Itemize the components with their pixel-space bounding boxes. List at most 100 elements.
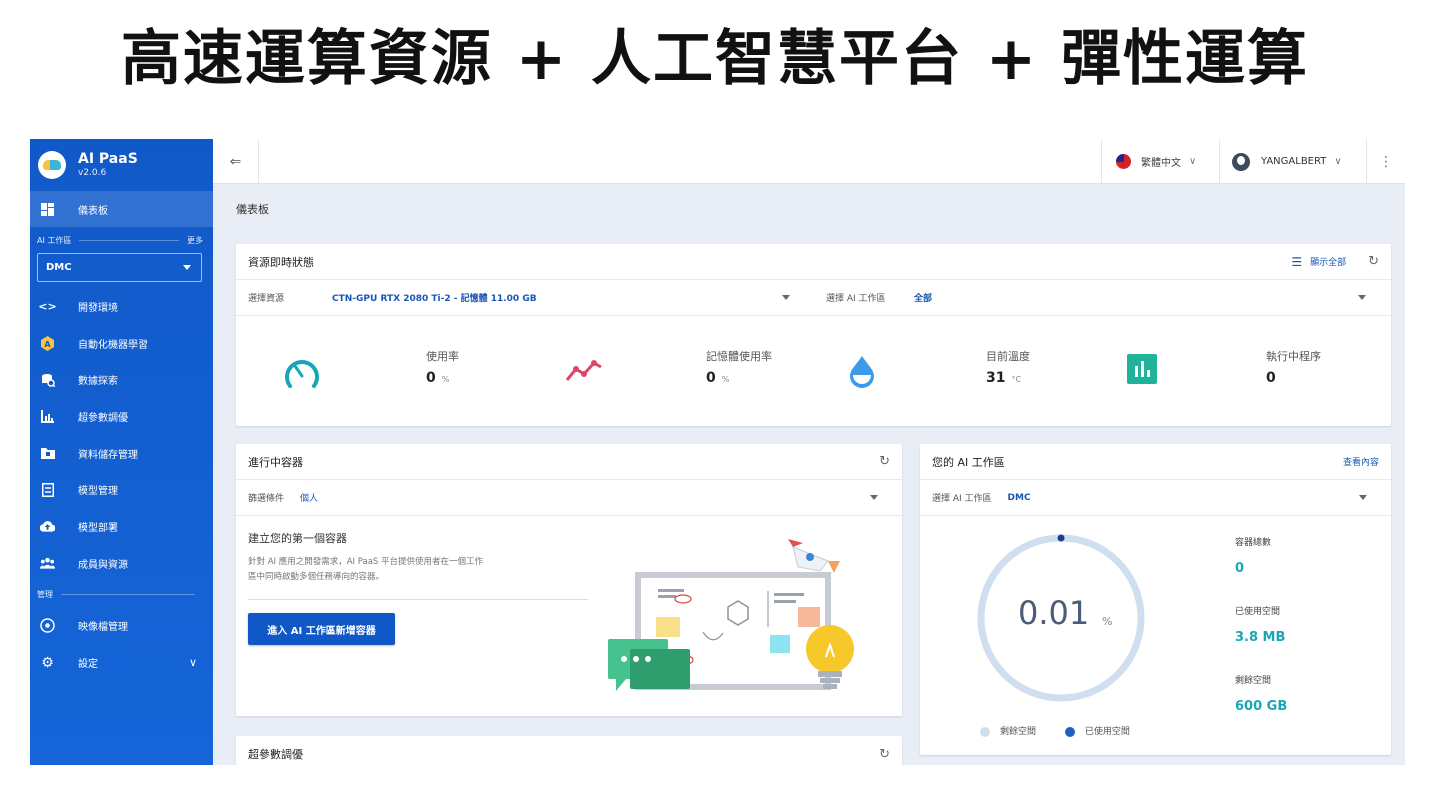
svg-text:A: A bbox=[44, 340, 51, 349]
card-title: 您的 AI 工作區 bbox=[932, 455, 1005, 469]
sidebar-item-images[interactable]: 映像檔管理 bbox=[30, 608, 213, 645]
stat-label: 容器總數 bbox=[1235, 538, 1272, 548]
people-icon bbox=[40, 556, 55, 571]
metric-unit: °C bbox=[1011, 375, 1022, 384]
sidebar-item-label: 模型部署 bbox=[78, 522, 118, 534]
sidebar-item-dev-env[interactable]: <> 開發環境 bbox=[30, 288, 213, 325]
filter-label: 選擇 AI 工作區 bbox=[932, 494, 992, 504]
sidebar-item-label: 開發環境 bbox=[78, 302, 118, 314]
workspace-card: 您的 AI 工作區 查看內容 選擇 AI 工作區 DMC 0.01 % 容器總數… bbox=[920, 444, 1391, 755]
filter-value[interactable]: DMC bbox=[1008, 493, 1031, 503]
metric-label: 記憶體使用率 bbox=[706, 350, 772, 363]
workspace-select[interactable]: DMC bbox=[37, 253, 202, 282]
code-icon: <> bbox=[38, 299, 57, 313]
add-container-button[interactable]: 進入 AI 工作區新增容器 bbox=[248, 613, 395, 645]
brand-title: AI PaaS bbox=[78, 151, 138, 167]
sidebar-item-label: 成員與資源 bbox=[78, 559, 128, 571]
brand[interactable]: AI PaaS v2.0.6 bbox=[30, 139, 213, 191]
sidebar-item-storage[interactable]: 資料儲存管理 bbox=[30, 435, 213, 472]
metric-value: 0 bbox=[706, 370, 716, 386]
language-selector[interactable]: 繁體中文 ∨ bbox=[1101, 139, 1219, 184]
stat-value: 0 bbox=[1235, 561, 1245, 576]
topbar: ⇐ 繁體中文 ∨ YANGALBERT ∨ ⋮ bbox=[213, 139, 1405, 184]
image-icon bbox=[40, 618, 55, 634]
sidebar-item-model-mgmt[interactable]: 模型管理 bbox=[30, 471, 213, 508]
sidebar-item-deploy[interactable]: 模型部署 bbox=[30, 508, 213, 545]
sidebar-item-settings[interactable]: ⚙ 設定 ∨ bbox=[30, 644, 213, 681]
workspace-filter-value[interactable]: 全部 bbox=[914, 291, 932, 304]
gear-icon: ⚙ bbox=[41, 654, 54, 671]
dashboard-icon bbox=[40, 202, 55, 217]
resource-filter-value[interactable]: CTN-GPU RTX 2080 Ti-2 - 記憶體 11.00 GB bbox=[332, 291, 537, 304]
stats-panel: 容器總數 0 已使用空間 3.8 MB 剩餘空間 600 GB bbox=[1235, 535, 1287, 714]
trend-icon bbox=[564, 358, 604, 388]
sidebar-item-label: 映像檔管理 bbox=[78, 622, 128, 634]
sidebar-item-members[interactable]: 成員與資源 bbox=[30, 545, 213, 582]
user-menu[interactable]: YANGALBERT ∨ bbox=[1219, 139, 1367, 184]
hyperparam-card: 超參數調優 ↻ bbox=[236, 736, 902, 765]
legend-free-label: 剩餘空間 bbox=[1000, 727, 1037, 737]
chevron-down-icon: ∨ bbox=[1189, 156, 1197, 167]
show-all-link[interactable]: ☰ 顯示全部 bbox=[1291, 255, 1346, 269]
bar-chart-icon bbox=[1127, 354, 1157, 388]
stat-value: 600 GB bbox=[1235, 699, 1288, 714]
manage-section-label: 管理 bbox=[37, 590, 53, 599]
automl-icon: A bbox=[40, 335, 55, 351]
manage-section-header: 管理 bbox=[30, 582, 213, 608]
refresh-icon[interactable]: ↻ bbox=[879, 747, 890, 762]
metric-value: 0 bbox=[1266, 370, 1276, 386]
sidebar-item-dashboard[interactable]: 儀表板 bbox=[30, 191, 213, 227]
chevron-down-icon[interactable] bbox=[870, 495, 878, 500]
card-title: 資源即時狀態 bbox=[248, 255, 314, 269]
sidebar-item-label: 儀表板 bbox=[78, 205, 108, 217]
sidebar-item-label: 超參數調優 bbox=[78, 412, 128, 424]
sidebar-item-hyperparam[interactable]: 超參數調優 bbox=[30, 398, 213, 435]
donut-used-marker bbox=[1057, 534, 1065, 542]
folder-icon bbox=[40, 446, 55, 461]
workspace-section-header: AI 工作區 更多 bbox=[30, 227, 213, 253]
resource-filter-label: 選擇資源 bbox=[248, 294, 285, 304]
app-logo-icon bbox=[38, 151, 66, 179]
username: YANGALBERT bbox=[1261, 156, 1327, 167]
donut-legend: 剩餘空間 已使用空間 bbox=[980, 724, 1130, 737]
filter-value[interactable]: 個人 bbox=[300, 491, 318, 504]
stat-value: 3.8 MB bbox=[1235, 630, 1286, 645]
metric-label: 使用率 bbox=[426, 350, 459, 363]
chart-icon bbox=[40, 409, 55, 424]
refresh-icon[interactable]: ↻ bbox=[1368, 254, 1379, 269]
gauge-icon bbox=[284, 356, 320, 394]
metric-value: 0 bbox=[426, 370, 436, 386]
stat-label: 剩餘空間 bbox=[1235, 676, 1272, 686]
stat-label: 已使用空間 bbox=[1235, 607, 1281, 617]
metric-value: 31 bbox=[986, 370, 1006, 386]
legend-used-dot bbox=[1064, 726, 1075, 737]
resource-chevron-down-icon[interactable] bbox=[782, 295, 790, 300]
more-menu-icon[interactable]: ⋮ bbox=[1367, 139, 1405, 184]
refresh-icon[interactable]: ↻ bbox=[879, 454, 890, 469]
banner-title: 高速運算資源 + 人工智慧平台 + 彈性運算 bbox=[120, 24, 1310, 94]
workspace-chevron-down-icon[interactable] bbox=[1358, 295, 1366, 300]
language-label: 繁體中文 bbox=[1141, 158, 1181, 169]
usage-unit: % bbox=[1102, 615, 1113, 628]
sidebar-item-data-explore[interactable]: 數據探索 bbox=[30, 361, 213, 398]
workspace-select-value: DMC bbox=[46, 262, 72, 273]
legend-used-label: 已使用空間 bbox=[1084, 727, 1130, 737]
sidebar-item-automl[interactable]: A 自動化機器學習 bbox=[30, 325, 213, 362]
sidebar-item-label: 資料儲存管理 bbox=[78, 449, 138, 461]
workspace-more-link[interactable]: 更多 bbox=[187, 235, 203, 246]
view-details-link[interactable]: 查看內容 bbox=[1343, 455, 1379, 468]
sidebar-item-label: 數據探索 bbox=[78, 376, 118, 388]
metric-unit: % bbox=[721, 375, 730, 384]
legend-free-dot bbox=[980, 726, 990, 737]
usage-value: 0.01 bbox=[1018, 594, 1090, 632]
chevron-down-icon[interactable] bbox=[1359, 495, 1367, 500]
sidebar-item-label: 自動化機器學習 bbox=[78, 339, 148, 351]
empty-description: 針對 AI 應用之開發需求，AI PaaS 平台提供使用者在一個工作 區中同時啟… bbox=[248, 557, 484, 582]
card-title: 超參數調優 bbox=[248, 748, 303, 761]
chevron-down-icon: ∨ bbox=[1334, 156, 1342, 167]
model-icon bbox=[40, 482, 55, 497]
brand-version: v2.0.6 bbox=[78, 168, 107, 178]
collapse-sidebar-icon[interactable]: ⇐ bbox=[213, 139, 259, 184]
metric-label: 執行中程序 bbox=[1266, 350, 1321, 363]
chevron-down-icon bbox=[183, 265, 191, 270]
